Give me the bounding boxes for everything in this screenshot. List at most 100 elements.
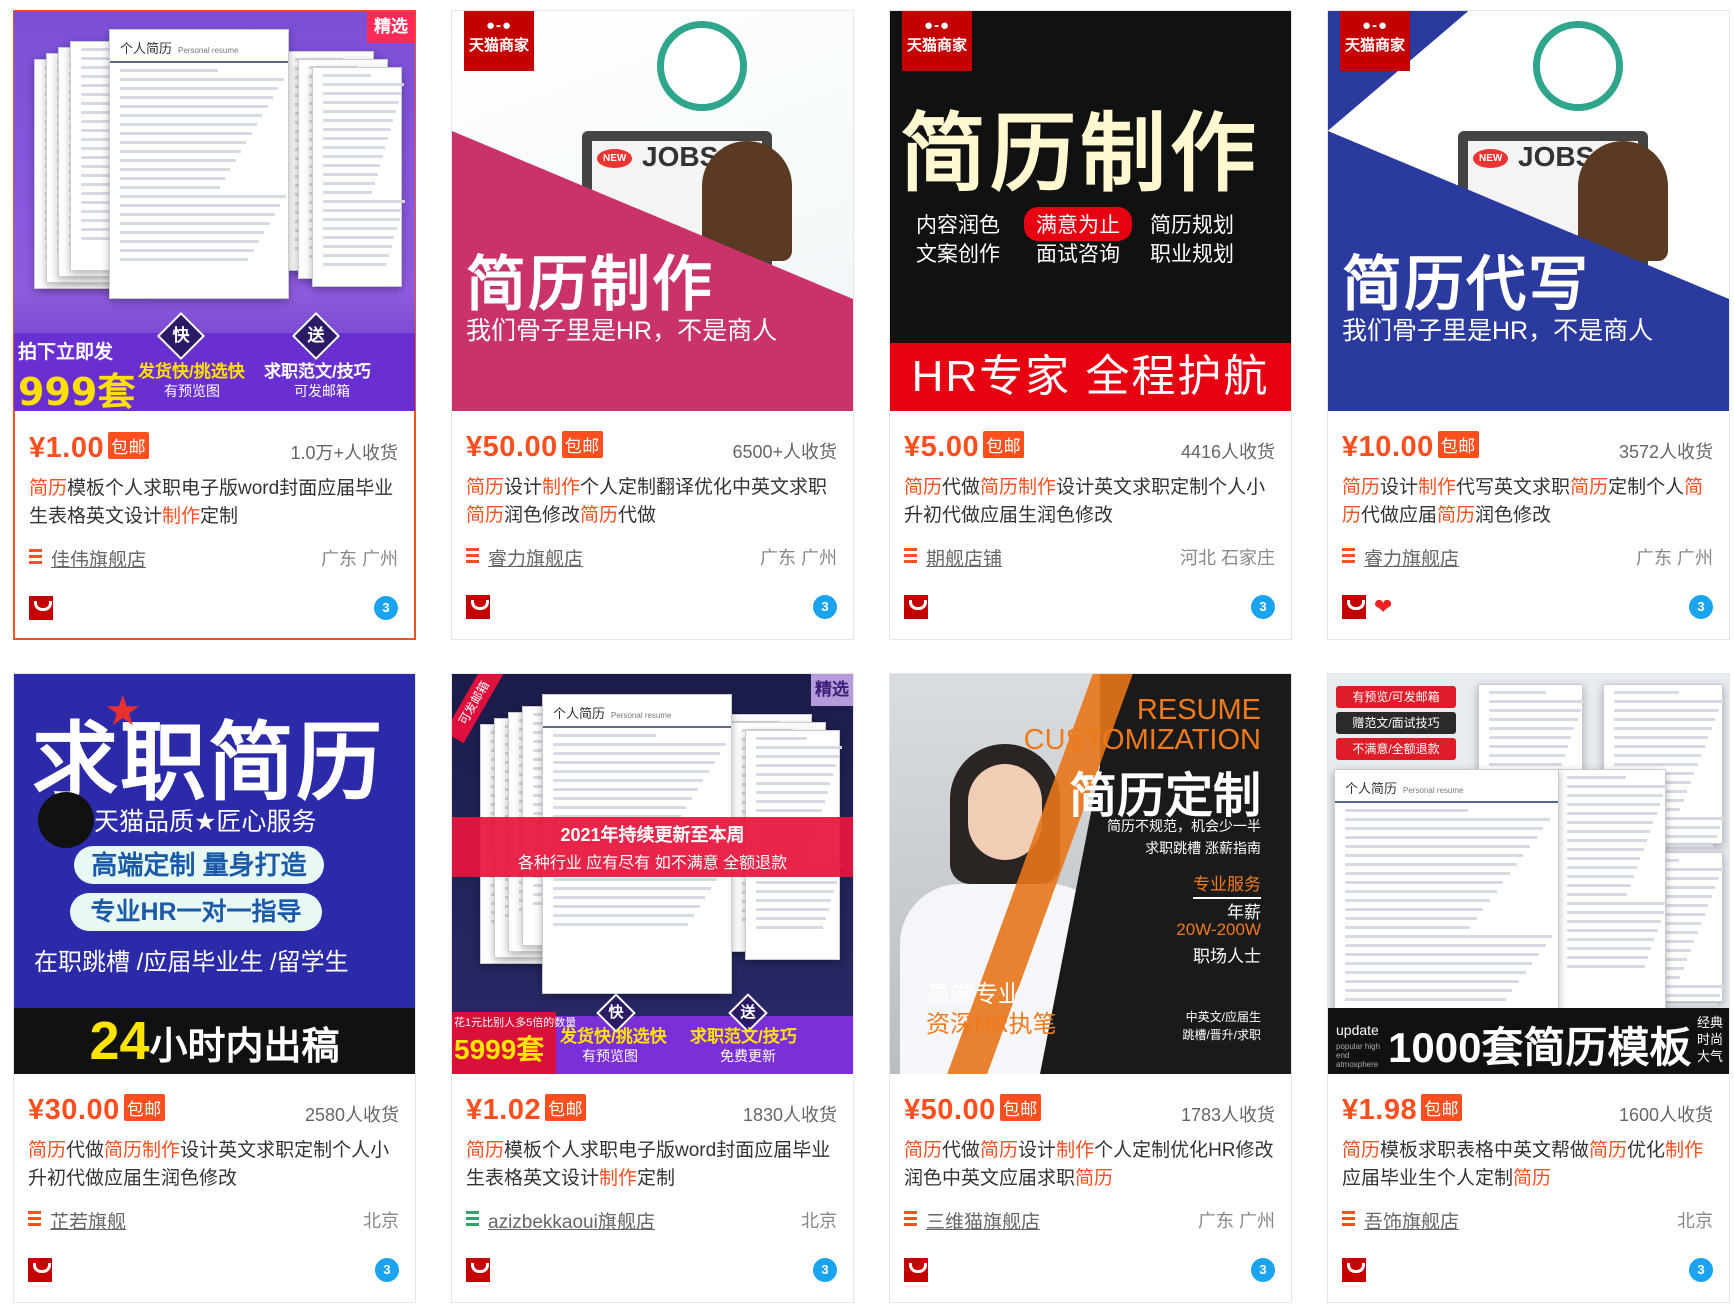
tmall-icon[interactable] (466, 595, 490, 619)
resume-line (323, 92, 402, 95)
free-shipping-badge: 包邮 (123, 1094, 165, 1121)
service-3b: 职业规划 (1150, 243, 1234, 266)
wangwang-chat-icon[interactable]: 3 (813, 1258, 837, 1282)
resume-line (1345, 809, 1468, 812)
shop-name-link[interactable]: 睿力旗舰店 (1364, 544, 1459, 571)
price-value: ¥5.00 (904, 431, 980, 463)
sold-count: 1.0万+人收货 (290, 443, 398, 463)
product-card[interactable]: 个人简历 Personal resume 精选 可发邮箱 2021年持续更新至本周 各种行… (451, 673, 854, 1303)
product-title[interactable]: 简历代做简历制作设计英文求职定制个人小升初代做应届生润色修改 (28, 1137, 399, 1193)
product-card[interactable]: 求职简历 ★ 天猫品质★匠心服务 高端定制 量身打造 专业HR一对一指导 在职跳槽 /应届… (13, 673, 416, 1303)
heart-icon[interactable]: ❤ (1374, 595, 1398, 619)
wangwang-chat-icon[interactable]: 3 (1689, 595, 1713, 619)
price-value: ¥1.02 (466, 1094, 542, 1126)
resume-sheet-title: 个人简历 Personal resume (1335, 770, 1558, 803)
sold-count: 3572人收货 (1618, 442, 1713, 462)
service-1a: 内容润色 (916, 214, 1000, 237)
resume-line (120, 258, 249, 261)
new-tag: NEW (597, 149, 633, 168)
sold-count: 1830人收货 (742, 1105, 837, 1125)
tmall-cat-icon: ●-● (1361, 17, 1389, 34)
shop-name-link[interactable]: 吾饰旗舰店 (1364, 1207, 1459, 1234)
shop-name-link[interactable]: 三维猫旗舰店 (926, 1207, 1040, 1234)
resume-sheet-title: 个人简历 Personal resume (110, 30, 288, 63)
resume-line (553, 905, 700, 908)
tmall-icon[interactable] (904, 595, 928, 619)
product-image[interactable]: NEW JOBS ●-● 天猫商家 简历代写 我们骨子里是HR，不是商人 (1328, 11, 1729, 411)
resume-line (1567, 866, 1638, 869)
product-title[interactable]: 简历设计制作代写英文求职简历定制个人简历代做应届简历润色修改 (1342, 474, 1713, 530)
title-keyword: 简历 (1342, 477, 1381, 498)
product-title[interactable]: 简历代做简历设计制作个人定制优化HR修改润色中英文应届求职简历 (904, 1137, 1275, 1193)
resume-sheet (312, 67, 405, 287)
shop-name-link[interactable]: azizbekkaoui旗舰店 (488, 1207, 655, 1234)
band-line-b: 各种行业 应有尽有 如不满意 全额退款 (517, 855, 788, 872)
product-image[interactable]: 求职简历 ★ 天猫品质★匠心服务 高端定制 量身打造 专业HR一对一指导 在职跳槽 /应届… (14, 674, 415, 1074)
slogan-1: 简历不规范，机会少一半 (1107, 818, 1261, 834)
resume-line (323, 218, 400, 221)
resume-line (323, 128, 391, 131)
shop-row: 佳伟旗舰店 广东 广州 (29, 544, 398, 572)
product-card[interactable]: NEW JOBS ●-● 天猫商家 简历代写 我们骨子里是HR，不是商人 ¥10.00 包邮… (1327, 10, 1730, 640)
product-title[interactable]: 简历模板个人求职电子版word封面应届毕业生表格英文设计制作定制 (466, 1137, 837, 1193)
product-title[interactable]: 简历设计制作个人定制翻译优化中英文求职简历润色修改简历代做 (466, 474, 837, 530)
tmall-icon[interactable] (1342, 595, 1366, 619)
sold-count: 1600人收货 (1618, 1105, 1713, 1125)
product-image[interactable]: RESUME CUSTOMIZATION 简历定制 简历不规范，机会少一半 求职跳槽 涨… (890, 674, 1291, 1074)
free-shipping-badge: 包邮 (561, 431, 603, 458)
title-text: 应届毕业生个人定制 (1342, 1168, 1514, 1189)
resume-line (323, 146, 386, 149)
wangwang-chat-icon[interactable]: 3 (1251, 595, 1275, 619)
resume-line (323, 236, 395, 239)
wangwang-chat-icon[interactable]: 3 (374, 596, 398, 620)
resume-title: 个人简历 (553, 706, 606, 721)
product-title[interactable]: 简历模板求职表格中英文帮做简历优化制作应届毕业生个人定制简历 (1342, 1137, 1713, 1193)
resume-line (756, 755, 839, 758)
resume-line (756, 746, 842, 749)
service-2b: 面试咨询 (1036, 243, 1120, 266)
en-line-2: CUSTOMIZATION (1023, 724, 1261, 756)
tmall-icon[interactable] (466, 1258, 490, 1282)
product-card[interactable]: 个人简历 Personal resume 精选 拍下立即发 999套 快 送发货快/挑选快有… (13, 10, 416, 640)
product-image[interactable]: 个人简历 Personal resume 精选 拍下立即发 999套 快 送发货快/挑选快有… (14, 11, 415, 411)
feature-pill-b: 专业HR一对一指导 (70, 893, 322, 931)
tmall-icon[interactable] (28, 1258, 52, 1282)
salary-target: 职场人士 (1193, 947, 1261, 966)
resume-line (1567, 920, 1661, 923)
product-image[interactable]: 个人简历 Personal resume 有预览/可发邮箱 赠范文/面试技巧 不满意/全… (1328, 674, 1729, 1074)
shop-name-link[interactable]: 睿力旗舰店 (488, 544, 583, 571)
resume-line (120, 222, 270, 225)
product-title[interactable]: 简历模板个人求职电子版word封面应届毕业生表格英文设计制作定制 (29, 475, 398, 531)
resume-sheet: 个人简历 Personal resume (1334, 769, 1559, 1019)
shop-name-link[interactable]: 芷若旗舰 (50, 1207, 126, 1234)
resume-line (1567, 812, 1657, 815)
location: 广东 广州 (759, 548, 837, 568)
promo-bar: 拍下立即发 999套 快 送发货快/挑选快 有预览图 求职范文/技巧 可发邮箱 (14, 311, 415, 411)
shop-name-link[interactable]: 期舰店铺 (926, 544, 1002, 571)
banner-text: 1000套简历模板 (1388, 1024, 1692, 1071)
tmall-icon[interactable] (1342, 1258, 1366, 1282)
badge-row: 3 ❤ (1342, 593, 1713, 621)
product-card[interactable]: RESUME CUSTOMIZATION 简历定制 简历不规范，机会少一半 求职跳槽 涨… (889, 673, 1292, 1303)
product-image[interactable]: ●-● 天猫商家 简历制作 内容润色 文案创作 满意为止 面试咨询 简历规划 职业规划 HR专家 … (890, 11, 1291, 411)
title-keyword: 制作 (1056, 1140, 1095, 1161)
product-card[interactable]: ●-● 天猫商家 简历制作 内容润色 文案创作 满意为止 面试咨询 简历规划 职业规划 HR专家 … (889, 10, 1292, 640)
wangwang-chat-icon[interactable]: 3 (375, 1258, 399, 1282)
wangwang-chat-icon[interactable]: 3 (1689, 1258, 1713, 1282)
wangwang-chat-icon[interactable]: 3 (1251, 1258, 1275, 1282)
tmall-icon[interactable] (29, 596, 53, 620)
product-card[interactable]: NEW JOBS ●-● 天猫商家 简历制作 我们骨子里是HR，不是商人 ¥50.00 包邮… (451, 10, 854, 640)
title-text: 定制 (637, 1168, 676, 1189)
title-keyword: 制作 (1018, 477, 1057, 498)
promo-tag-1: 有预览/可发邮箱 (1336, 686, 1456, 708)
product-card[interactable]: 个人简历 Personal resume 有预览/可发邮箱 赠范文/面试技巧 不满意/全… (1327, 673, 1730, 1303)
product-image[interactable]: NEW JOBS ●-● 天猫商家 简历制作 我们骨子里是HR，不是商人 (452, 11, 853, 411)
free-shipping-badge: 包邮 (983, 431, 1025, 458)
shop-list-icon (466, 1211, 479, 1227)
shop-name-link[interactable]: 佳伟旗舰店 (51, 545, 146, 572)
product-image[interactable]: 个人简历 Personal resume 精选 可发邮箱 2021年持续更新至本周 各种行… (452, 674, 853, 1074)
tmall-icon[interactable] (904, 1258, 928, 1282)
sold-count: 1783人收货 (1180, 1105, 1275, 1125)
product-title[interactable]: 简历代做简历制作设计英文求职定制个人小升初代做应届生润色修改 (904, 474, 1275, 530)
wangwang-chat-icon[interactable]: 3 (813, 595, 837, 619)
